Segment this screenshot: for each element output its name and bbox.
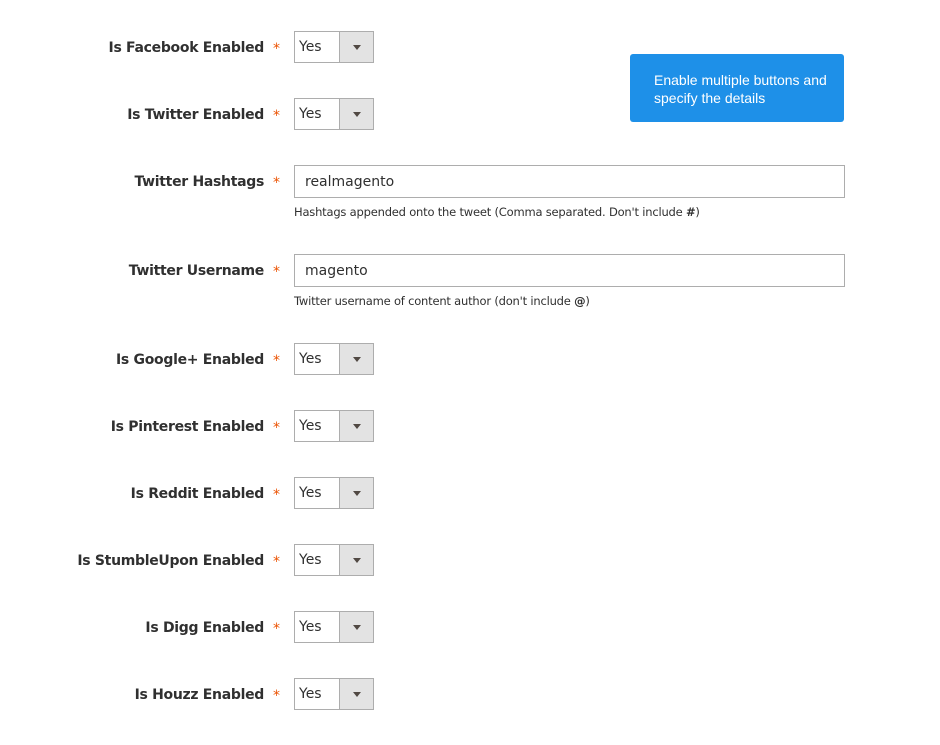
select-value: Yes: [299, 351, 322, 367]
caret-down-icon: [353, 357, 361, 362]
field-label: Twitter Hashtags: [134, 174, 264, 190]
field-label: Is Houzz Enabled: [134, 687, 265, 703]
note-symbol: @: [574, 294, 586, 308]
caret-down-icon: [353, 112, 361, 117]
field-label: Is StumbleUpon Enabled: [77, 553, 264, 569]
field-label: Is Reddit Enabled: [130, 486, 265, 502]
required-marker-icon: *: [273, 554, 280, 570]
select-value: Yes: [299, 552, 322, 568]
houzz-enabled-select[interactable]: Yes: [294, 678, 374, 710]
required-marker-icon: *: [273, 41, 280, 57]
dropdown-button[interactable]: [339, 478, 373, 508]
required-marker-icon: *: [273, 353, 280, 369]
required-marker-icon: *: [273, 175, 280, 191]
dropdown-button[interactable]: [339, 679, 373, 709]
digg-enabled-select[interactable]: Yes: [294, 611, 374, 643]
caret-down-icon: [353, 692, 361, 697]
dropdown-button[interactable]: [339, 612, 373, 642]
caret-down-icon: [353, 625, 361, 630]
select-value: Yes: [299, 485, 322, 501]
select-value: Yes: [299, 106, 322, 122]
caret-down-icon: [353, 558, 361, 563]
field-note: Hashtags appended onto the tweet (Comma …: [294, 205, 700, 219]
dropdown-button[interactable]: [339, 99, 373, 129]
field-label: Is Google+ Enabled: [116, 352, 264, 368]
required-marker-icon: *: [273, 108, 280, 124]
facebook-enabled-select[interactable]: Yes: [294, 31, 374, 63]
twitter-username-input-wrap: [294, 254, 845, 287]
pinterest-enabled-select[interactable]: Yes: [294, 410, 374, 442]
required-marker-icon: *: [273, 420, 280, 436]
note-text: ): [695, 205, 700, 219]
field-label: Is Twitter Enabled: [127, 107, 264, 123]
note-text: ): [585, 294, 590, 308]
field-label: Is Digg Enabled: [145, 620, 264, 636]
note-text: Twitter username of content author (don'…: [294, 294, 575, 308]
dropdown-button[interactable]: [339, 344, 373, 374]
note-text: Hashtags appended onto the tweet (Comma …: [294, 205, 686, 219]
select-value: Yes: [299, 686, 322, 702]
required-marker-icon: *: [273, 621, 280, 637]
select-value: Yes: [299, 619, 322, 635]
note-symbol: #: [685, 205, 696, 219]
required-marker-icon: *: [273, 264, 280, 280]
field-note: Twitter username of content author (don'…: [294, 294, 590, 308]
field-label: Is Pinterest Enabled: [110, 419, 265, 435]
field-label: Is Facebook Enabled: [108, 40, 265, 56]
required-marker-icon: *: [273, 688, 280, 704]
field-label: Twitter Username: [128, 263, 265, 279]
caret-down-icon: [353, 491, 361, 496]
twitter-hashtags-input[interactable]: [295, 166, 844, 197]
caret-down-icon: [353, 424, 361, 429]
select-value: Yes: [299, 418, 322, 434]
help-tooltip: Enable multiple buttons and specify the …: [630, 54, 844, 122]
required-marker-icon: *: [273, 487, 280, 503]
dropdown-button[interactable]: [339, 545, 373, 575]
twitter-hashtags-input-wrap: [294, 165, 845, 198]
stumbleupon-enabled-select[interactable]: Yes: [294, 544, 374, 576]
twitter-enabled-select[interactable]: Yes: [294, 98, 374, 130]
select-value: Yes: [299, 39, 322, 55]
caret-down-icon: [353, 45, 361, 50]
dropdown-button[interactable]: [339, 32, 373, 62]
dropdown-button[interactable]: [339, 411, 373, 441]
reddit-enabled-select[interactable]: Yes: [294, 477, 374, 509]
twitter-username-input[interactable]: [295, 255, 844, 286]
googleplus-enabled-select[interactable]: Yes: [294, 343, 374, 375]
